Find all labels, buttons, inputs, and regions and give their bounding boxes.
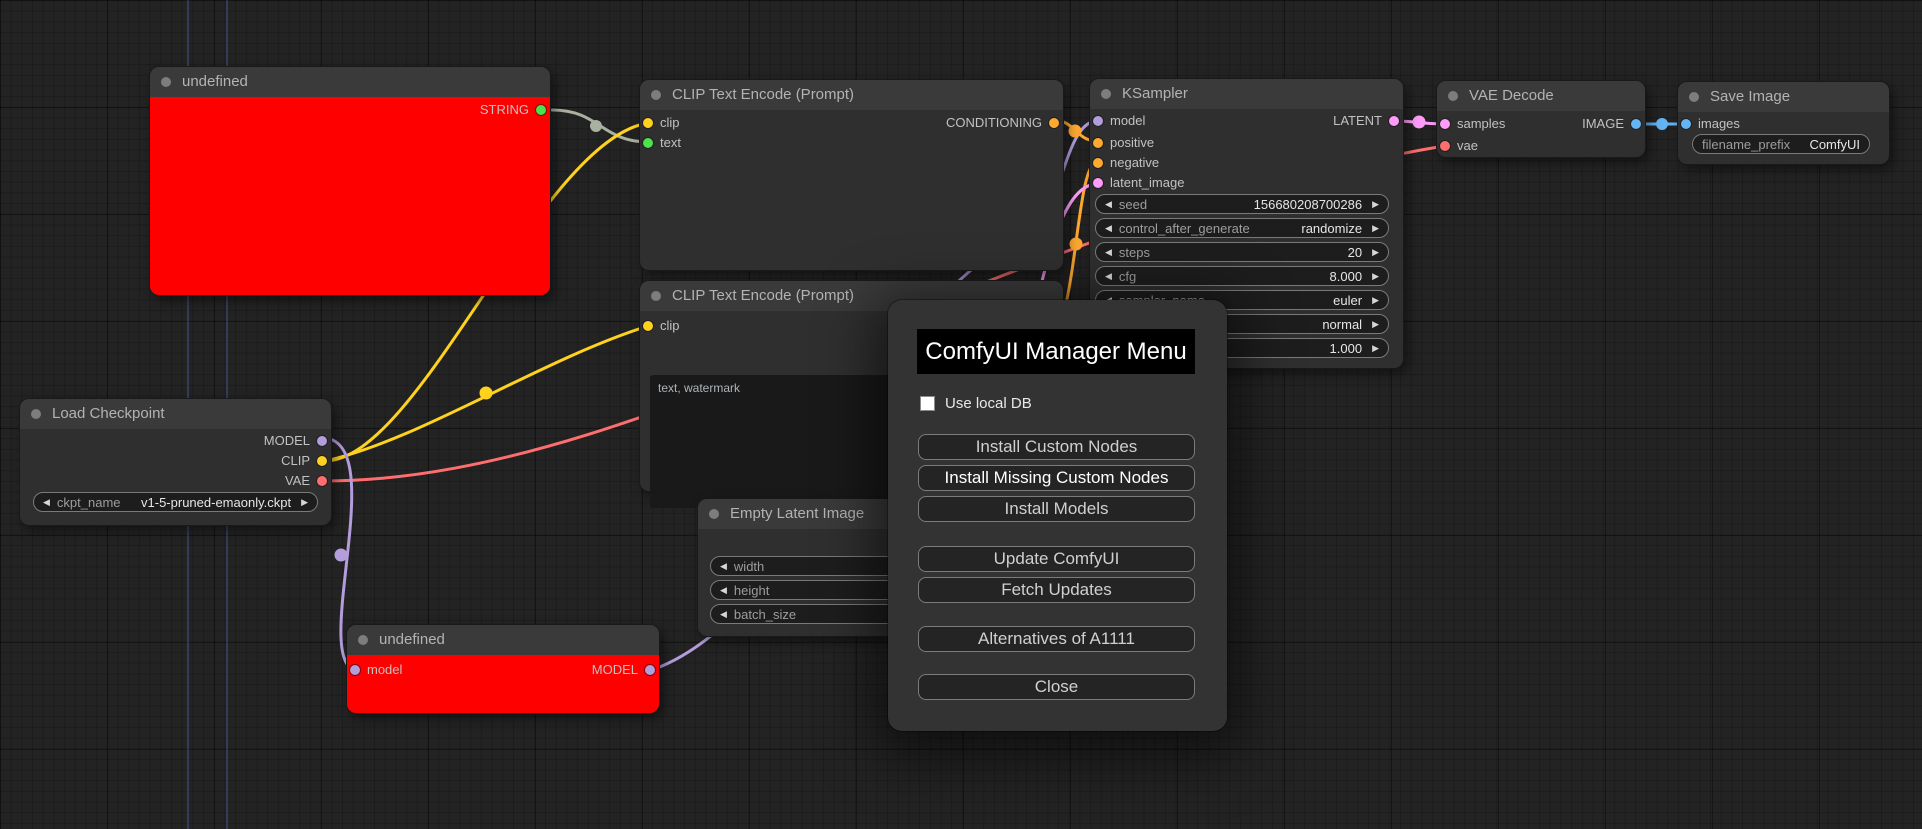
node-load-checkpoint[interactable]: Load Checkpoint MODEL CLIP VAE ◀ ckpt_na…	[20, 399, 331, 525]
node-title: undefined	[182, 73, 248, 90]
update-comfyui-button[interactable]: Update ComfyUI	[918, 546, 1195, 572]
wire-midpoint-dot	[1412, 115, 1426, 129]
node-collapse-dot[interactable]	[161, 77, 171, 87]
output-label: MODEL	[263, 433, 310, 448]
ckpt-name-widget[interactable]: ◀ ckpt_name v1-5-pruned-emaonly.ckpt ▶	[33, 492, 318, 512]
wire-midpoint-dot	[1068, 124, 1082, 138]
node-title: Load Checkpoint	[52, 405, 165, 422]
wire-midpoint-dot	[479, 386, 493, 400]
input-slot-latent-image[interactable]	[1093, 178, 1103, 188]
increment-arrow[interactable]: ▶	[1372, 199, 1379, 210]
control-after-generate-widget[interactable]: ◀ control_after_generate randomize ▶	[1095, 218, 1389, 238]
increment-arrow[interactable]: ▶	[1372, 247, 1379, 258]
output-slot-model[interactable]	[317, 436, 327, 446]
input-label: text	[660, 135, 681, 150]
input-label: vae	[1457, 138, 1478, 153]
output-label: VAE	[284, 473, 310, 488]
use-local-db-row: Use local DB	[920, 394, 1032, 412]
increment-arrow[interactable]: ▶	[1372, 295, 1379, 306]
wire-midpoint-dot	[1069, 237, 1083, 251]
output-label: STRING	[479, 102, 529, 117]
seed-widget[interactable]: ◀ seed 156680208700286 ▶	[1095, 194, 1389, 214]
node-title: KSampler	[1122, 85, 1188, 102]
wire-midpoint-dot	[1656, 118, 1668, 130]
node-collapse-dot[interactable]	[709, 509, 719, 519]
install-custom-nodes-button[interactable]: Install Custom Nodes	[918, 434, 1195, 460]
decrement-arrow[interactable]: ◀	[1105, 247, 1112, 258]
increment-arrow[interactable]: ▶	[1372, 319, 1379, 330]
decrement-arrow[interactable]: ◀	[43, 497, 50, 508]
output-slot-image[interactable]	[1631, 119, 1641, 129]
comfyui-manager-menu-dialog: ComfyUI Manager Menu Use local DB Instal…	[888, 300, 1227, 731]
node-clip-text-encode-1[interactable]: CLIP Text Encode (Prompt) clip text COND…	[640, 80, 1063, 270]
decrement-arrow[interactable]: ◀	[720, 585, 727, 596]
alternatives-of-a1111-button[interactable]: Alternatives of A1111	[918, 626, 1195, 652]
node-save-image[interactable]: Save Image images filename_prefix ComfyU…	[1678, 82, 1889, 164]
input-slot-images[interactable]	[1681, 119, 1691, 129]
node-collapse-dot[interactable]	[31, 409, 41, 419]
node-title: Save Image	[1710, 88, 1791, 105]
output-slot-string[interactable]	[536, 105, 546, 115]
decrement-arrow[interactable]: ◀	[1105, 199, 1112, 210]
increment-arrow[interactable]: ▶	[1372, 271, 1379, 282]
node-vae-decode[interactable]: VAE Decode samples vae IMAGE	[1437, 81, 1645, 157]
node-title: undefined	[379, 631, 445, 648]
increment-arrow[interactable]: ▶	[1372, 343, 1379, 354]
output-slot-conditioning[interactable]	[1049, 118, 1059, 128]
node-collapse-dot[interactable]	[1448, 91, 1458, 101]
comfyui-canvas[interactable]: { "colors": { "model": "#b39ddb", "clip"…	[0, 0, 1922, 829]
input-label: negative	[1110, 155, 1160, 170]
output-slot-latent[interactable]	[1389, 116, 1399, 126]
filename-prefix-widget[interactable]: filename_prefix ComfyUI	[1692, 134, 1870, 154]
output-label: IMAGE	[1582, 116, 1624, 131]
output-label: CLIP	[281, 453, 310, 468]
node-title: CLIP Text Encode (Prompt)	[672, 86, 855, 103]
node-body-error: STRING	[150, 97, 550, 295]
node-body-error: model MODEL	[347, 655, 659, 713]
input-label: positive	[1110, 135, 1155, 150]
input-slot-negative[interactable]	[1093, 158, 1103, 168]
input-slot-clip[interactable]	[643, 321, 653, 331]
node-undefined-string[interactable]: undefined STRING	[150, 67, 550, 295]
install-missing-custom-nodes-button[interactable]: Install Missing Custom Nodes	[918, 465, 1195, 491]
decrement-arrow[interactable]: ◀	[720, 561, 727, 572]
input-slot-text[interactable]	[643, 138, 653, 148]
output-slot-model[interactable]	[645, 665, 655, 675]
node-undefined-model[interactable]: undefined model MODEL	[347, 625, 659, 713]
use-local-db-checkbox[interactable]	[920, 395, 935, 411]
increment-arrow[interactable]: ▶	[1372, 223, 1379, 234]
input-label: clip	[660, 318, 680, 333]
input-slot-vae[interactable]	[1440, 141, 1450, 151]
dialog-title: ComfyUI Manager Menu	[917, 329, 1195, 374]
node-collapse-dot[interactable]	[1101, 89, 1111, 99]
cfg-widget[interactable]: ◀ cfg 8.000 ▶	[1095, 266, 1389, 286]
wire-midpoint-dot	[334, 548, 348, 562]
use-local-db-label: Use local DB	[945, 394, 1032, 412]
increment-arrow[interactable]: ▶	[301, 497, 308, 508]
output-label: LATENT	[1333, 113, 1382, 128]
decrement-arrow[interactable]: ◀	[1105, 223, 1112, 234]
install-models-button[interactable]: Install Models	[918, 496, 1195, 522]
node-collapse-dot[interactable]	[358, 635, 368, 645]
input-label: latent_image	[1110, 175, 1185, 190]
output-slot-vae[interactable]	[317, 476, 327, 486]
output-label: CONDITIONING	[945, 115, 1042, 130]
output-slot-clip[interactable]	[317, 456, 327, 466]
decrement-arrow[interactable]: ◀	[1105, 271, 1112, 282]
input-label: images	[1698, 116, 1740, 131]
node-title: VAE Decode	[1469, 87, 1554, 104]
wire-midpoint-dot	[590, 120, 602, 132]
node-collapse-dot[interactable]	[651, 291, 661, 301]
output-label: MODEL	[591, 662, 638, 677]
node-collapse-dot[interactable]	[1689, 92, 1699, 102]
steps-widget[interactable]: ◀ steps 20 ▶	[1095, 242, 1389, 262]
input-slot-positive[interactable]	[1093, 138, 1103, 148]
node-collapse-dot[interactable]	[651, 90, 661, 100]
close-button[interactable]: Close	[918, 674, 1195, 700]
decrement-arrow[interactable]: ◀	[720, 609, 727, 620]
fetch-updates-button[interactable]: Fetch Updates	[918, 577, 1195, 603]
